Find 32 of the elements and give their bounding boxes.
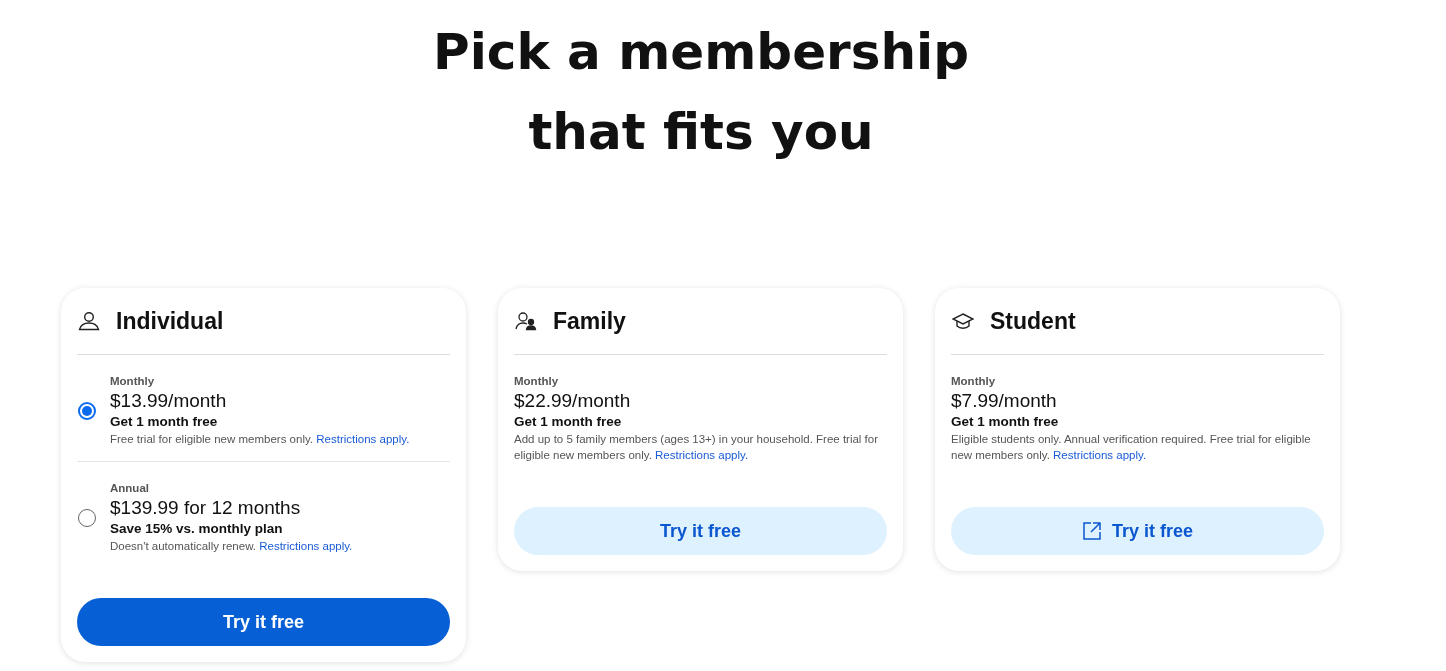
plan-period: Monthly (110, 375, 156, 387)
plan-period: Annual (110, 482, 150, 494)
plan-offer: Get 1 month free (514, 414, 623, 429)
plan-price: $7.99/month (951, 389, 1058, 413)
plan-title: Family (553, 307, 626, 335)
restrictions-link[interactable]: Restrictions apply. (655, 449, 749, 461)
plan-offer: Get 1 month free (951, 414, 1060, 429)
plan-offer: Save 15% vs. monthly plan (110, 521, 284, 536)
plan-price: $22.99/month (514, 389, 632, 413)
people-icon (515, 311, 537, 331)
plan-price: $139.99 for 12 months (110, 496, 302, 520)
try-free-button[interactable]: Try it free (951, 507, 1324, 555)
person-icon (78, 311, 100, 331)
plan-note: Free trial for eligible new members only. Restrictions apply. (110, 432, 410, 447)
plan-note: Add up to 5 family members (ages 13+) in your household. Free trial for eligible new members only. Restrictions apply. (514, 432, 880, 463)
graduation-cap-icon (952, 311, 974, 331)
external-link-icon (1081, 521, 1102, 541)
plan-offer: Get 1 month free (110, 414, 219, 429)
restrictions-link[interactable]: Restrictions apply. (1053, 449, 1147, 461)
plan-title: Individual (116, 307, 224, 335)
try-free-button[interactable]: Try it free (77, 598, 450, 646)
plan-period: Monthly (951, 375, 997, 387)
radio-button[interactable] (78, 402, 96, 420)
plan-period: Monthly (514, 375, 560, 387)
plan-note: Eligible students only. Annual verification required. Free trial for eligible new members only. Restrictions apply. (951, 432, 1312, 463)
plan-price: $13.99/month (110, 389, 228, 413)
plan-title: Student (990, 307, 1076, 335)
page-heading: Pick a membership that fits you (432, 22, 970, 163)
try-free-button[interactable]: Try it free (514, 507, 887, 555)
plan-note: Doesn't automatically renew. Restrictions apply. (110, 539, 353, 554)
restrictions-link[interactable]: Restrictions apply. (316, 433, 410, 445)
restrictions-link[interactable]: Restrictions apply. (259, 540, 353, 552)
